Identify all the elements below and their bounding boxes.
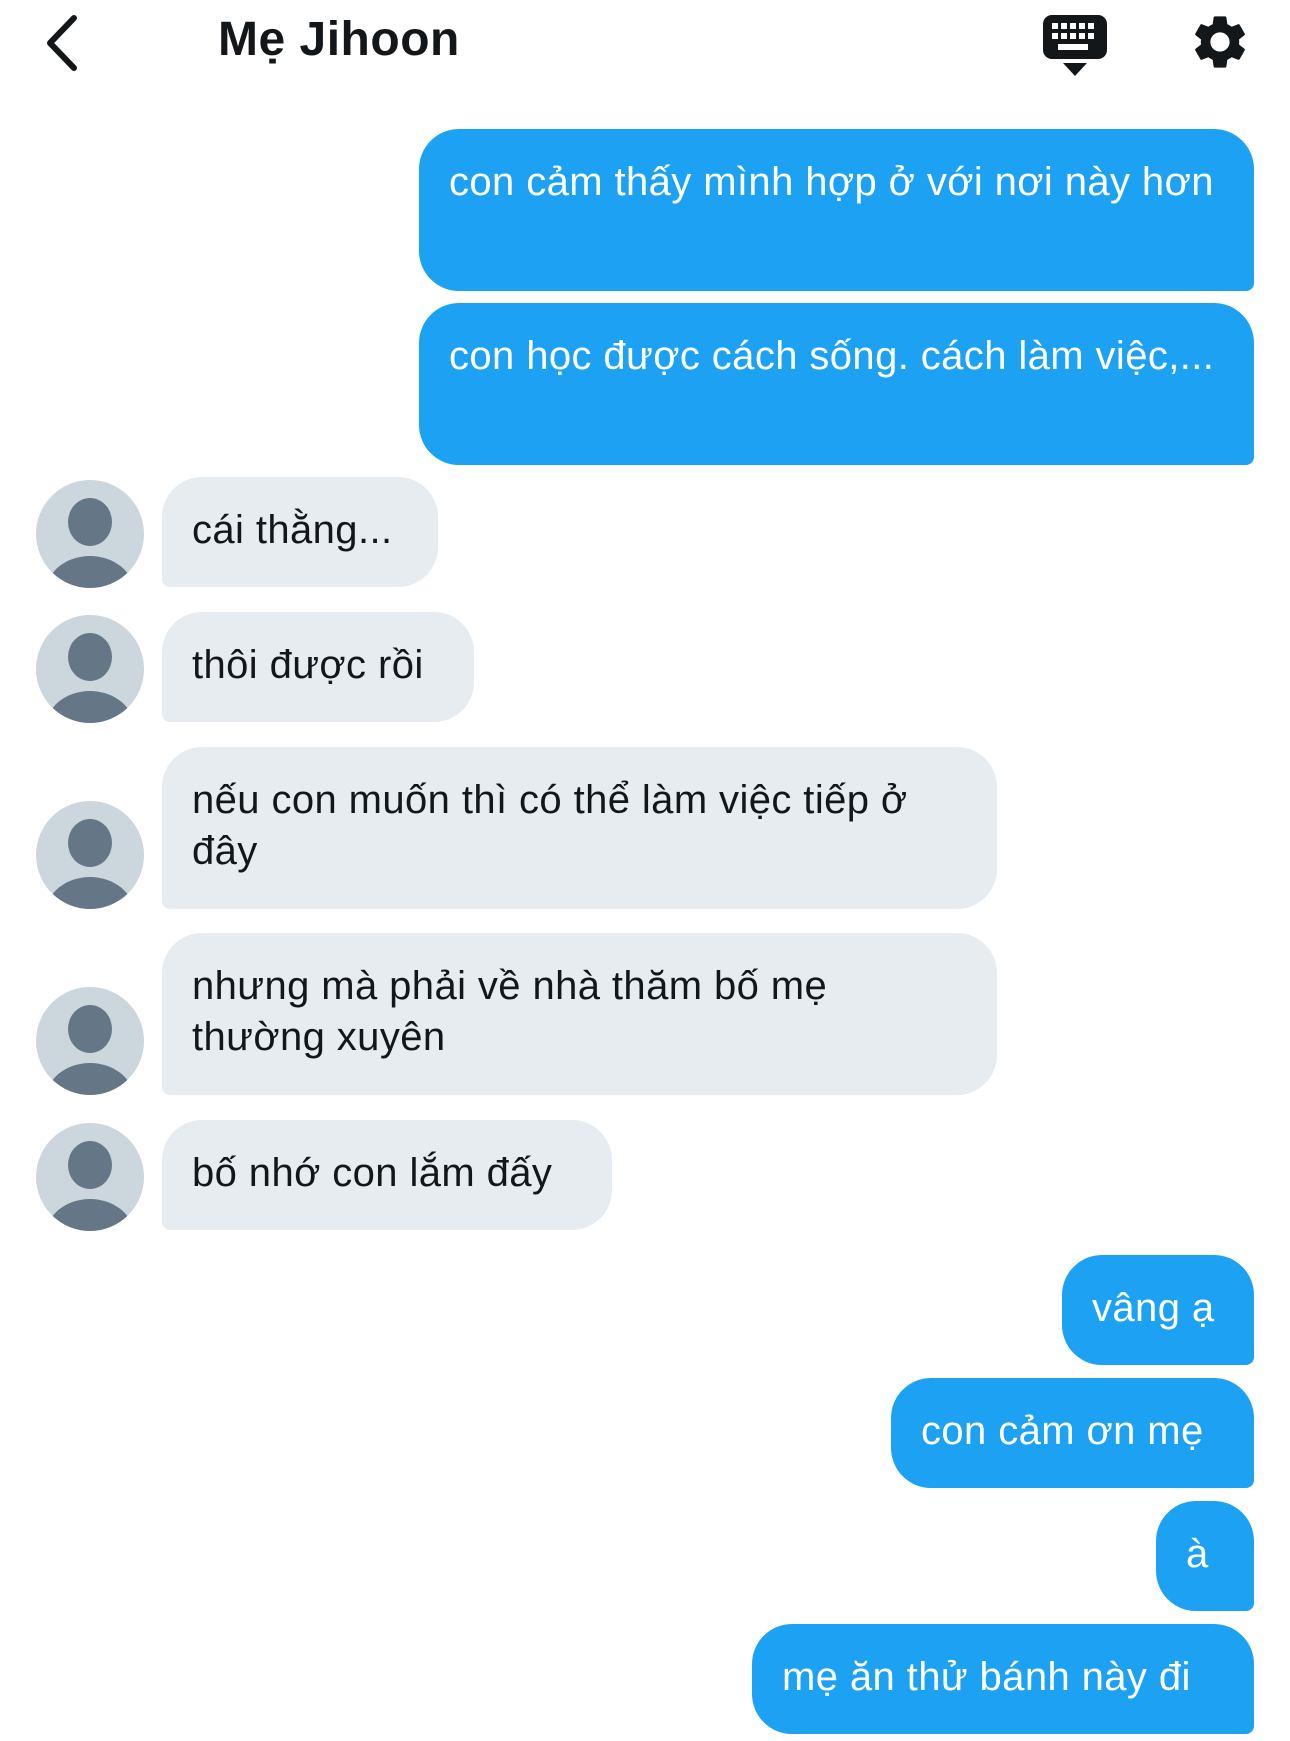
outgoing-message[interactable]: con học được cách sống. cách làm việc,..…	[419, 303, 1254, 465]
conversation-header: Mẹ Jihoon	[0, 0, 1290, 100]
settings-button[interactable]	[1188, 10, 1252, 74]
default-avatar-icon	[46, 819, 134, 909]
gear-icon	[1195, 16, 1245, 68]
outgoing-message[interactable]: con cảm thấy mình hợp ở với nơi này hơn	[419, 129, 1254, 291]
keyboard-shortcuts-button[interactable]	[1040, 10, 1110, 80]
outgoing-message[interactable]: mẹ ăn thử bánh này đi	[752, 1624, 1254, 1734]
avatar[interactable]	[36, 480, 144, 588]
keyboard-icon	[1043, 15, 1107, 76]
conversation-title: Mẹ Jihoon	[218, 13, 460, 66]
outgoing-message[interactable]: con cảm ơn mẹ	[891, 1378, 1254, 1488]
incoming-message[interactable]: nếu con muốn thì có thể làm việc tiếp ở …	[162, 747, 997, 909]
default-avatar-icon	[46, 1141, 134, 1231]
outgoing-message[interactable]: vâng ạ	[1062, 1255, 1254, 1365]
outgoing-message[interactable]: à	[1156, 1501, 1254, 1611]
default-avatar-icon	[46, 633, 134, 723]
incoming-message[interactable]: thôi được rồi	[162, 612, 474, 722]
default-avatar-icon	[46, 1005, 134, 1095]
incoming-message[interactable]: nhưng mà phải về nhà thăm bố mẹ thường x…	[162, 933, 997, 1095]
back-button[interactable]	[36, 8, 96, 78]
avatar[interactable]	[36, 615, 144, 723]
default-avatar-icon	[46, 498, 134, 588]
avatar[interactable]	[36, 801, 144, 909]
chevron-left-icon	[47, 15, 77, 71]
avatar[interactable]	[36, 987, 144, 1095]
incoming-message[interactable]: cái thằng...	[162, 477, 438, 587]
incoming-message[interactable]: bố nhớ con lắm đấy	[162, 1120, 612, 1230]
avatar[interactable]	[36, 1123, 144, 1231]
